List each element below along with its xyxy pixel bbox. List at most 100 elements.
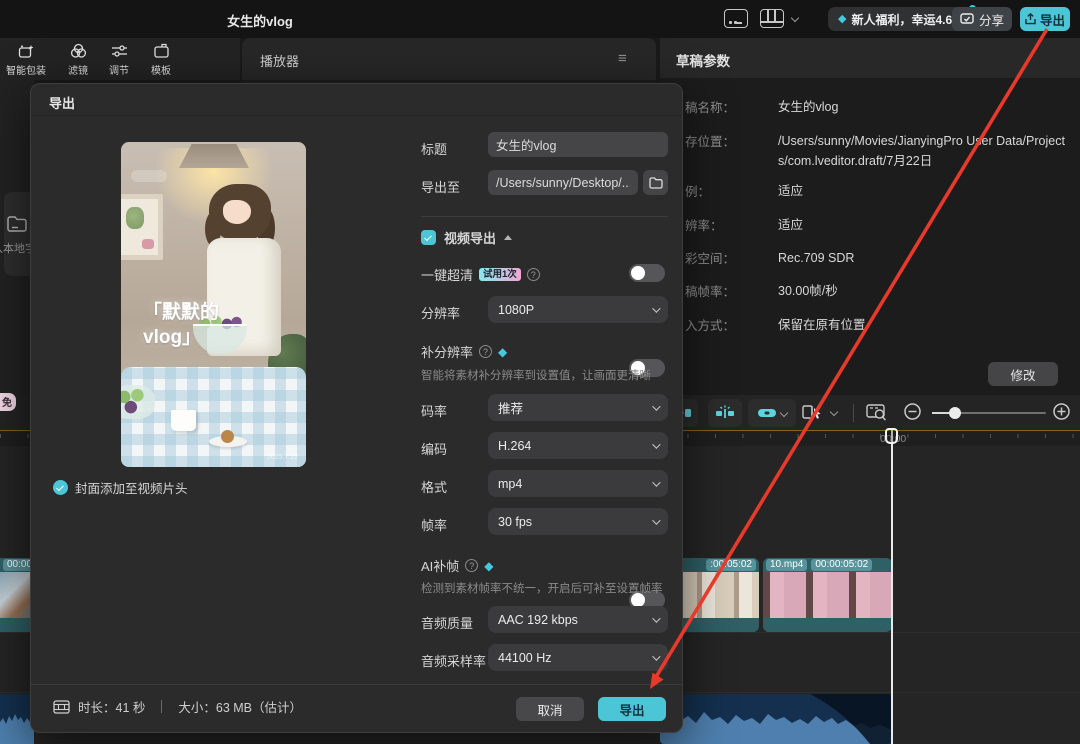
format-select[interactable]: mp4 [488,470,668,497]
section-divider [421,216,668,217]
title-field-label: 标题 [421,139,447,158]
fps-select[interactable]: 30 fps [488,508,668,535]
adjust-icon [111,43,128,59]
export-confirm-button[interactable]: 导出 [598,697,666,721]
cover-date-text: 2025.7.22 [267,454,298,461]
audio-clip[interactable] [0,694,34,744]
diamond-icon: ◆ [838,14,846,25]
draft-row-value: 适应 [778,215,1072,235]
draft-row-value: Rec.709 SDR [778,248,1072,268]
draft-row-value: 适应 [778,181,1072,201]
app-window: 女生的vlog ◆ 新人福利，幸运4.6折 分享 [0,0,1080,744]
draft-panel-title: 草稿参数 [676,50,730,70]
title-bar: 女生的vlog ◆ 新人福利，幸运4.6折 分享 [0,0,1080,38]
caption-icon[interactable] [724,9,748,28]
cover-checkbox-row[interactable]: 封面添加至视频片头 [53,478,188,497]
draft-row-value: 30.00帧/秒 [778,281,1072,301]
magnet-snap-icon [715,405,735,421]
preview-frame-button[interactable] [866,403,888,421]
modify-button[interactable]: 修改 [988,362,1058,386]
draft-row-value: /Users/sunny/Movies/JianyingPro User Dat… [778,131,1072,171]
checkbox-checked-icon[interactable] [53,480,68,495]
zoom-in-button[interactable] [1052,402,1071,421]
bitrate-select[interactable]: 推荐 [488,394,668,421]
video-clip[interactable]: 00:00 [0,558,34,632]
checkbox-checked-icon[interactable] [421,230,436,245]
playhead-handle[interactable] [885,428,898,444]
filter-icon [70,43,87,59]
toolbar-label: 智能包装 [6,62,46,77]
codec-select[interactable]: H.264 [488,432,668,459]
export-path-input[interactable] [488,170,638,195]
toolbar-item-filter[interactable]: 滤镜 [56,42,100,78]
bitrate-label: 码率 [421,401,447,420]
trial-badge: 试用1次 [479,268,521,281]
link-clips-button[interactable] [748,399,796,427]
cover-overlay-text: 「默默的 vlog」 [143,300,219,350]
help-icon[interactable]: ? [465,559,478,572]
video-export-section[interactable]: 视频导出 [421,228,512,247]
size-text: 大小：63 MB（估计） [178,697,302,716]
help-icon[interactable]: ? [527,268,540,281]
timeline-zoom-slider[interactable] [932,412,1046,414]
player-menu-icon[interactable]: ≡ [618,50,627,67]
draft-panel-body: 稿名称： 女生的vlog 存位置： /Users/sunny/Movies/Ji… [660,78,1080,395]
layout-icon[interactable] [760,9,784,28]
zoom-in-icon [1052,402,1071,421]
resolution-label: 分辨率 [421,303,460,322]
chevron-down-icon [652,652,660,660]
draft-row-label: 稿帧率： [685,281,777,300]
cancel-button[interactable]: 取消 [516,697,584,721]
cover-checkbox-label: 封面添加至视频片头 [75,478,188,497]
dialog-footer-info: 时长：41 秒 大小：63 MB（估计） [53,697,302,716]
draft-panel-header: 草稿参数 [660,38,1080,78]
clip-time-label: 00:00:05:02 [811,559,872,571]
diamond-icon: ◆ [484,560,493,572]
video-clip[interactable]: 10.mp4 00:00:05:02 [763,558,892,632]
sup-res-row: 补分辨率 ? ◆ [421,342,507,361]
sup-res-label: 补分辨率 [421,342,473,361]
playhead-line[interactable] [891,428,893,744]
chevron-down-icon [652,614,660,622]
toolbar-label: 调节 [109,62,129,77]
title-input[interactable] [488,132,668,157]
audio-quality-label: 音频质量 [421,613,473,632]
help-icon[interactable]: ? [479,345,492,358]
draft-row-label: 稿名称： [685,97,777,116]
export-top-button[interactable]: 导出 [1020,7,1070,31]
clip-thumbnails [0,572,34,618]
export-dialog: 导出 「默默的 vlog」 2025.7.22 封面添加至视频片头 [30,83,683,733]
collapse-icon[interactable] [504,235,512,240]
hd-toggle[interactable] [629,264,665,282]
layout-chevron-icon[interactable] [791,14,799,22]
sup-res-caption: 智能将素材补分辨率到设置值，让画面更清晰 [421,367,651,383]
audio-quality-select[interactable]: AAC 192 kbps [488,606,668,633]
share-button[interactable]: 分享 [952,7,1012,31]
audio-clip[interactable] [660,694,892,744]
zoom-out-icon [903,402,922,421]
toolbar-divider [853,404,854,422]
toolbar-item-adjust[interactable]: 调节 [97,42,141,78]
toolbar-item-template[interactable]: 模板 [139,42,183,78]
media-sidebar: 入本地字 [0,80,34,395]
clip-time-label: :00:05:02 [706,559,756,571]
player-panel-header: 播放器 ≡ [242,38,656,80]
window-title: 女生的vlog [160,11,360,30]
cover-preview-image[interactable]: 「默默的 vlog」 2025.7.22 [121,142,306,467]
preview-frame-icon [866,403,888,421]
toolbar-item-smart-pack[interactable]: 智能包装 [4,42,48,78]
zoom-slider-knob[interactable] [949,407,961,419]
browse-folder-button[interactable] [643,170,668,195]
select-tool-icon [802,403,824,421]
folder-icon [649,177,663,189]
select-tool-button[interactable] [802,403,837,421]
chevron-down-icon [652,478,660,486]
zoom-out-button[interactable] [903,402,922,421]
hd-label: 一键超清 [421,265,473,284]
duration-text: 时长：41 秒 [78,697,145,716]
sample-rate-select[interactable]: 44100 Hz [488,644,668,671]
ai-frame-label: AI补帧 [421,556,459,575]
diamond-icon: ◆ [498,346,507,358]
resolution-select[interactable]: 1080P [488,296,668,323]
magnet-snap-button[interactable] [708,399,742,427]
